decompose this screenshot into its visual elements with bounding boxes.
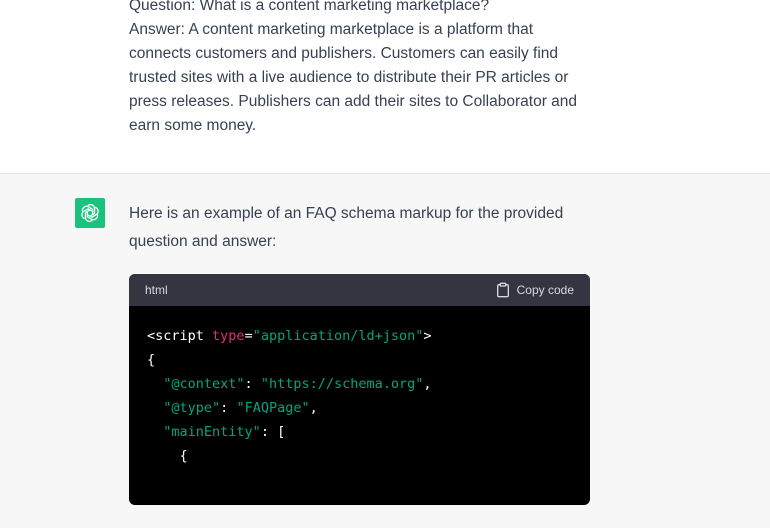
- code-token: "mainEntity": [163, 424, 261, 440]
- clipboard-icon: [496, 282, 509, 298]
- code-token: "@context": [163, 376, 245, 392]
- user-line: Question: What is a content marketing ma…: [129, 0, 490, 14]
- code-line: {: [147, 352, 156, 368]
- code-token: {: [179, 448, 188, 464]
- user-line: earn some money.: [129, 117, 257, 134]
- user-line: press releases. Publishers can add their…: [129, 93, 578, 110]
- code-content: <script type="application/ld+json"> { "@…: [129, 306, 590, 468]
- code-block: html Copy code <script type="application…: [129, 274, 590, 505]
- openai-logo-icon: [81, 203, 99, 223]
- code-token: "@type": [163, 400, 221, 416]
- code-language-label: html: [145, 283, 168, 297]
- code-token: type: [212, 328, 245, 344]
- assistant-line: Here is an example of an FAQ schema mark…: [129, 205, 564, 222]
- user-line: trusted sites with a live audience to di…: [129, 69, 569, 86]
- code-token: :: [244, 376, 261, 392]
- assistant-line: question and answer:: [129, 233, 277, 250]
- code-token: :: [220, 400, 237, 416]
- assistant-intro: Here is an example of an FAQ schema mark…: [129, 200, 599, 256]
- copy-code-button[interactable]: Copy code: [495, 282, 574, 298]
- code-header: html Copy code: [129, 274, 590, 306]
- user-line: connects customers and publishers. Custo…: [129, 45, 559, 62]
- code-line: "mainEntity": [: [147, 424, 285, 440]
- code-token: "FAQPage": [236, 400, 310, 416]
- user-message-text: Question: What is a content marketing ma…: [129, 0, 599, 138]
- code-token: >: [423, 328, 432, 344]
- code-token: "application/ld+json": [252, 328, 424, 344]
- user-message: Question: What is a content marketing ma…: [0, 0, 770, 174]
- code-line: {: [147, 448, 188, 464]
- code-line: <script type="application/ld+json">: [147, 328, 432, 344]
- code-token: ,: [309, 400, 318, 416]
- code-token: [: [277, 424, 286, 440]
- code-line: "@type": "FAQPage",: [147, 400, 318, 416]
- user-line: Answer: A content marketing marketplace …: [129, 21, 534, 38]
- assistant-message: Here is an example of an FAQ schema mark…: [0, 174, 770, 528]
- code-line: "@context": "https://schema.org",: [147, 376, 432, 392]
- code-token: :: [260, 424, 278, 440]
- copy-code-label: Copy code: [516, 283, 574, 297]
- code-token: "https://schema.org": [260, 376, 424, 392]
- code-token: <script: [147, 328, 204, 344]
- code-token: =: [244, 328, 253, 344]
- code-token: ,: [423, 376, 432, 392]
- assistant-avatar: [75, 198, 105, 228]
